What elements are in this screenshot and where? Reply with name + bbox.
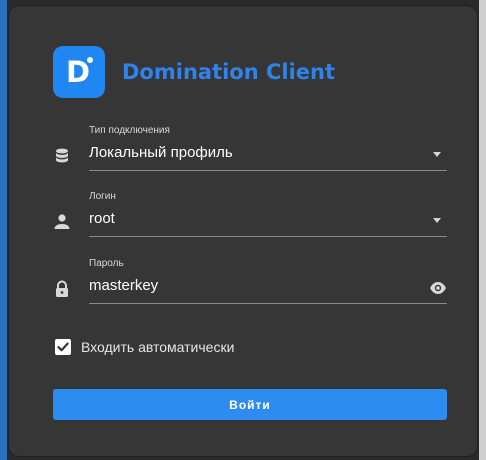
window-accent-edge [0, 0, 7, 460]
auto-login-label: Входить автоматически [81, 339, 235, 355]
chevron-down-icon[interactable] [433, 218, 441, 223]
login-label: Логин [89, 191, 116, 202]
lock-icon [56, 280, 68, 297]
logo-dot [87, 57, 93, 63]
password-label: Пароль [89, 258, 124, 269]
auto-login-checkbox-row[interactable]: Входить автоматически [55, 339, 234, 355]
checkmark-icon [57, 342, 69, 352]
login-value: root [89, 210, 115, 227]
password-field[interactable]: Пароль masterkey [53, 258, 447, 304]
app-title: Domination Client [122, 60, 336, 84]
connection-type-value: Локальный профиль [89, 144, 233, 161]
field-underline [89, 303, 447, 304]
field-underline [89, 170, 447, 171]
database-icon [56, 148, 68, 163]
password-value: masterkey [89, 277, 159, 294]
window-frame-edge [479, 0, 486, 460]
auto-login-checkbox[interactable] [55, 339, 71, 355]
app-header: D Domination Client [53, 46, 335, 98]
chevron-down-icon[interactable] [433, 152, 441, 157]
connection-type-select[interactable]: Тип подключения Локальный профиль [53, 125, 447, 171]
app-logo: D [53, 46, 105, 98]
eye-icon[interactable] [429, 281, 447, 295]
connection-type-label: Тип подключения [89, 125, 170, 136]
user-icon [54, 214, 70, 229]
login-dialog: D Domination Client Тип подключения Лока… [9, 6, 477, 456]
field-underline [89, 236, 447, 237]
login-select[interactable]: Логин root [53, 191, 447, 237]
login-button[interactable]: Войти [53, 389, 447, 420]
